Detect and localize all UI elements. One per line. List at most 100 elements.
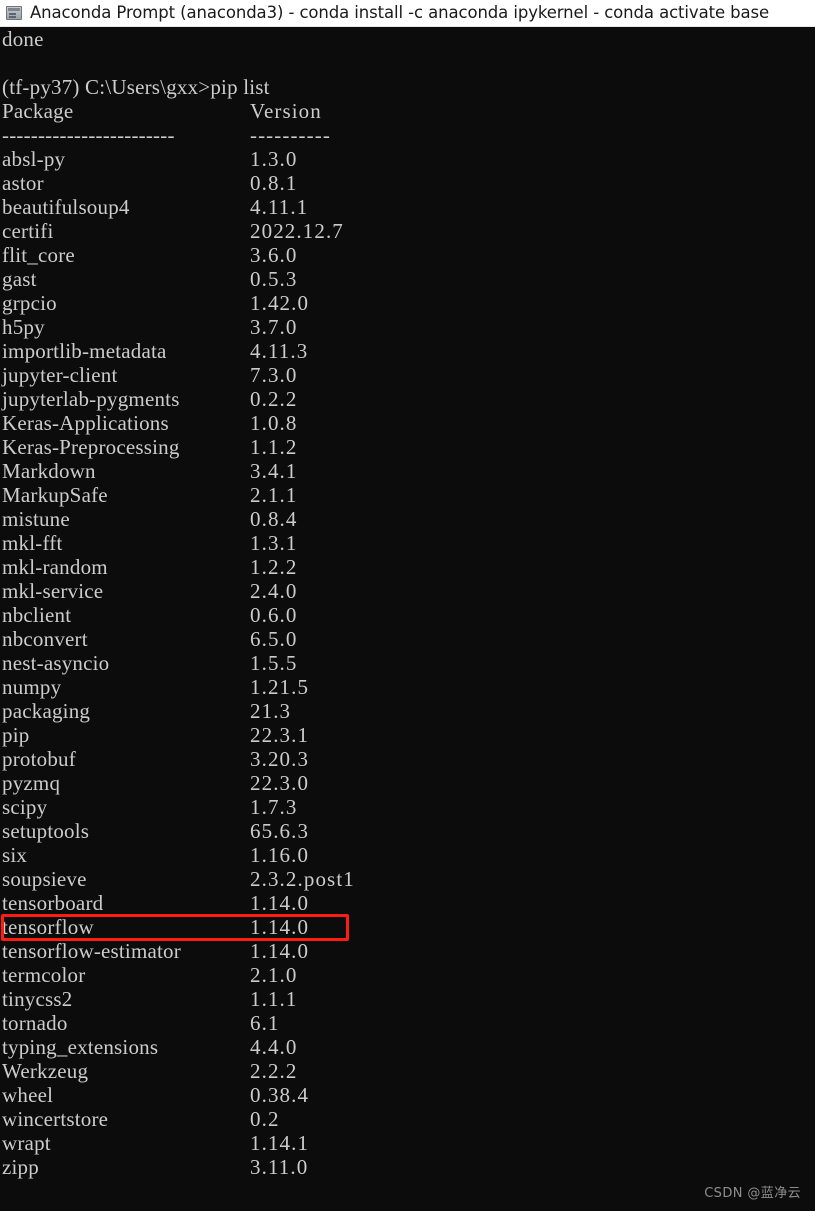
package-row: astor 0.8.1: [0, 171, 815, 195]
package-name: tinycss2: [2, 987, 73, 1011]
package-list: absl-py 1.3.0 astor 0.8.1 beautifulsoup4 4.11…: [0, 147, 815, 1179]
package-row: Markdown 3.4.1: [0, 459, 815, 483]
package-name: tensorboard: [2, 891, 104, 915]
package-version: 0.2.2: [250, 387, 298, 411]
package-row: certifi 2022.12.7: [0, 219, 815, 243]
package-name: h5py: [2, 315, 45, 339]
package-row: mkl-service 2.4.0: [0, 579, 815, 603]
package-name: protobuf: [2, 747, 76, 771]
package-version: 0.38.4: [250, 1083, 310, 1107]
package-row: setuptools 65.6.3: [0, 819, 815, 843]
package-version: 1.14.0: [250, 915, 310, 939]
package-version: 0.8.1: [250, 171, 298, 195]
package-row: protobuf 3.20.3: [0, 747, 815, 771]
package-name: flit_core: [2, 243, 75, 267]
rule-package: ------------------------: [2, 123, 175, 147]
package-name: Keras-Preprocessing: [2, 435, 180, 459]
package-row: termcolor 2.1.0: [0, 963, 815, 987]
package-version: 2.1.0: [250, 963, 298, 987]
package-version: 0.8.4: [250, 507, 298, 531]
package-version: 3.11.0: [250, 1155, 309, 1179]
package-name: wrapt: [2, 1131, 51, 1155]
package-name: nest-asyncio: [2, 651, 110, 675]
package-name: gast: [2, 267, 37, 291]
package-row: importlib-metadata 4.11.3: [0, 339, 815, 363]
package-row: Werkzeug 2.2.2: [0, 1059, 815, 1083]
csdn-watermark: CSDN @蓝净云: [704, 1186, 801, 1201]
package-row: mkl-fft 1.3.1: [0, 531, 815, 555]
package-version: 1.14.0: [250, 891, 310, 915]
package-row: flit_core 3.6.0: [0, 243, 815, 267]
package-version: 1.14.0: [250, 939, 310, 963]
package-version: 1.0.8: [250, 411, 298, 435]
package-version: 0.5.3: [250, 267, 298, 291]
package-row: tensorflow 1.14.0: [0, 915, 815, 939]
package-version: 2.2.2: [250, 1059, 298, 1083]
package-name: jupyterlab-pygments: [2, 387, 180, 411]
package-version: 1.7.3: [250, 795, 298, 819]
package-row: pyzmq 22.3.0: [0, 771, 815, 795]
package-name: mkl-service: [2, 579, 104, 603]
package-name: Werkzeug: [2, 1059, 89, 1083]
console-window-icon: [6, 6, 22, 20]
package-row: nest-asyncio 1.5.5: [0, 651, 815, 675]
package-row: soupsieve 2.3.2.post1: [0, 867, 815, 891]
column-header-version: Version: [250, 99, 322, 123]
package-row: wheel 0.38.4: [0, 1083, 815, 1107]
package-version: 7.3.0: [250, 363, 298, 387]
package-name: nbconvert: [2, 627, 88, 651]
package-version: 2.3.2.post1: [250, 867, 355, 891]
package-version: 3.6.0: [250, 243, 298, 267]
package-name: mistune: [2, 507, 70, 531]
package-table-rule: ------------------------ ----------: [0, 123, 815, 147]
package-row: beautifulsoup4 4.11.1: [0, 195, 815, 219]
package-row: gast 0.5.3: [0, 267, 815, 291]
package-version: 1.16.0: [250, 843, 310, 867]
package-name: packaging: [2, 699, 91, 723]
package-name: nbclient: [2, 603, 72, 627]
anaconda-prompt-window: Anaconda Prompt (anaconda3) - conda inst…: [0, 0, 815, 1211]
package-name: mkl-fft: [2, 531, 63, 555]
package-row: grpcio 1.42.0: [0, 291, 815, 315]
package-row: six 1.16.0: [0, 843, 815, 867]
package-row: jupyter-client 7.3.0: [0, 363, 815, 387]
package-table-header: Package Version: [0, 99, 815, 123]
package-name: numpy: [2, 675, 62, 699]
package-row: nbclient 0.6.0: [0, 603, 815, 627]
package-row: mkl-random 1.2.2: [0, 555, 815, 579]
package-version: 1.14.1: [250, 1131, 310, 1155]
package-name: pip: [2, 723, 30, 747]
package-row: packaging 21.3: [0, 699, 815, 723]
window-titlebar[interactable]: Anaconda Prompt (anaconda3) - conda inst…: [0, 0, 815, 27]
package-version: 21.3: [250, 699, 292, 723]
package-name: mkl-random: [2, 555, 108, 579]
package-name: tensorflow: [2, 915, 94, 939]
package-name: astor: [2, 171, 44, 195]
package-row: Keras-Applications 1.0.8: [0, 411, 815, 435]
console-output-area[interactable]: done (tf-py37) C:\Users\gxx>pip list Pac…: [0, 27, 815, 1211]
package-name: scipy: [2, 795, 48, 819]
package-name: absl-py: [2, 147, 66, 171]
package-row: tensorboard 1.14.0: [0, 891, 815, 915]
package-name: certifi: [2, 219, 54, 243]
package-name: importlib-metadata: [2, 339, 167, 363]
package-row: h5py 3.7.0: [0, 315, 815, 339]
package-row: tinycss2 1.1.1: [0, 987, 815, 1011]
package-name: termcolor: [2, 963, 86, 987]
package-row: zipp 3.11.0: [0, 1155, 815, 1179]
package-version: 1.1.2: [250, 435, 298, 459]
package-name: jupyter-client: [2, 363, 118, 387]
package-row: Keras-Preprocessing 1.1.2: [0, 435, 815, 459]
package-row: absl-py 1.3.0: [0, 147, 815, 171]
package-name: Markdown: [2, 459, 96, 483]
package-name: setuptools: [2, 819, 90, 843]
package-name: tensorflow-estimator: [2, 939, 181, 963]
package-row: scipy 1.7.3: [0, 795, 815, 819]
package-version: 2.1.1: [250, 483, 298, 507]
package-name: beautifulsoup4: [2, 195, 130, 219]
rule-version: ----------: [250, 123, 331, 147]
package-name: tornado: [2, 1011, 68, 1035]
package-version: 1.1.1: [250, 987, 298, 1011]
package-version: 3.4.1: [250, 459, 298, 483]
